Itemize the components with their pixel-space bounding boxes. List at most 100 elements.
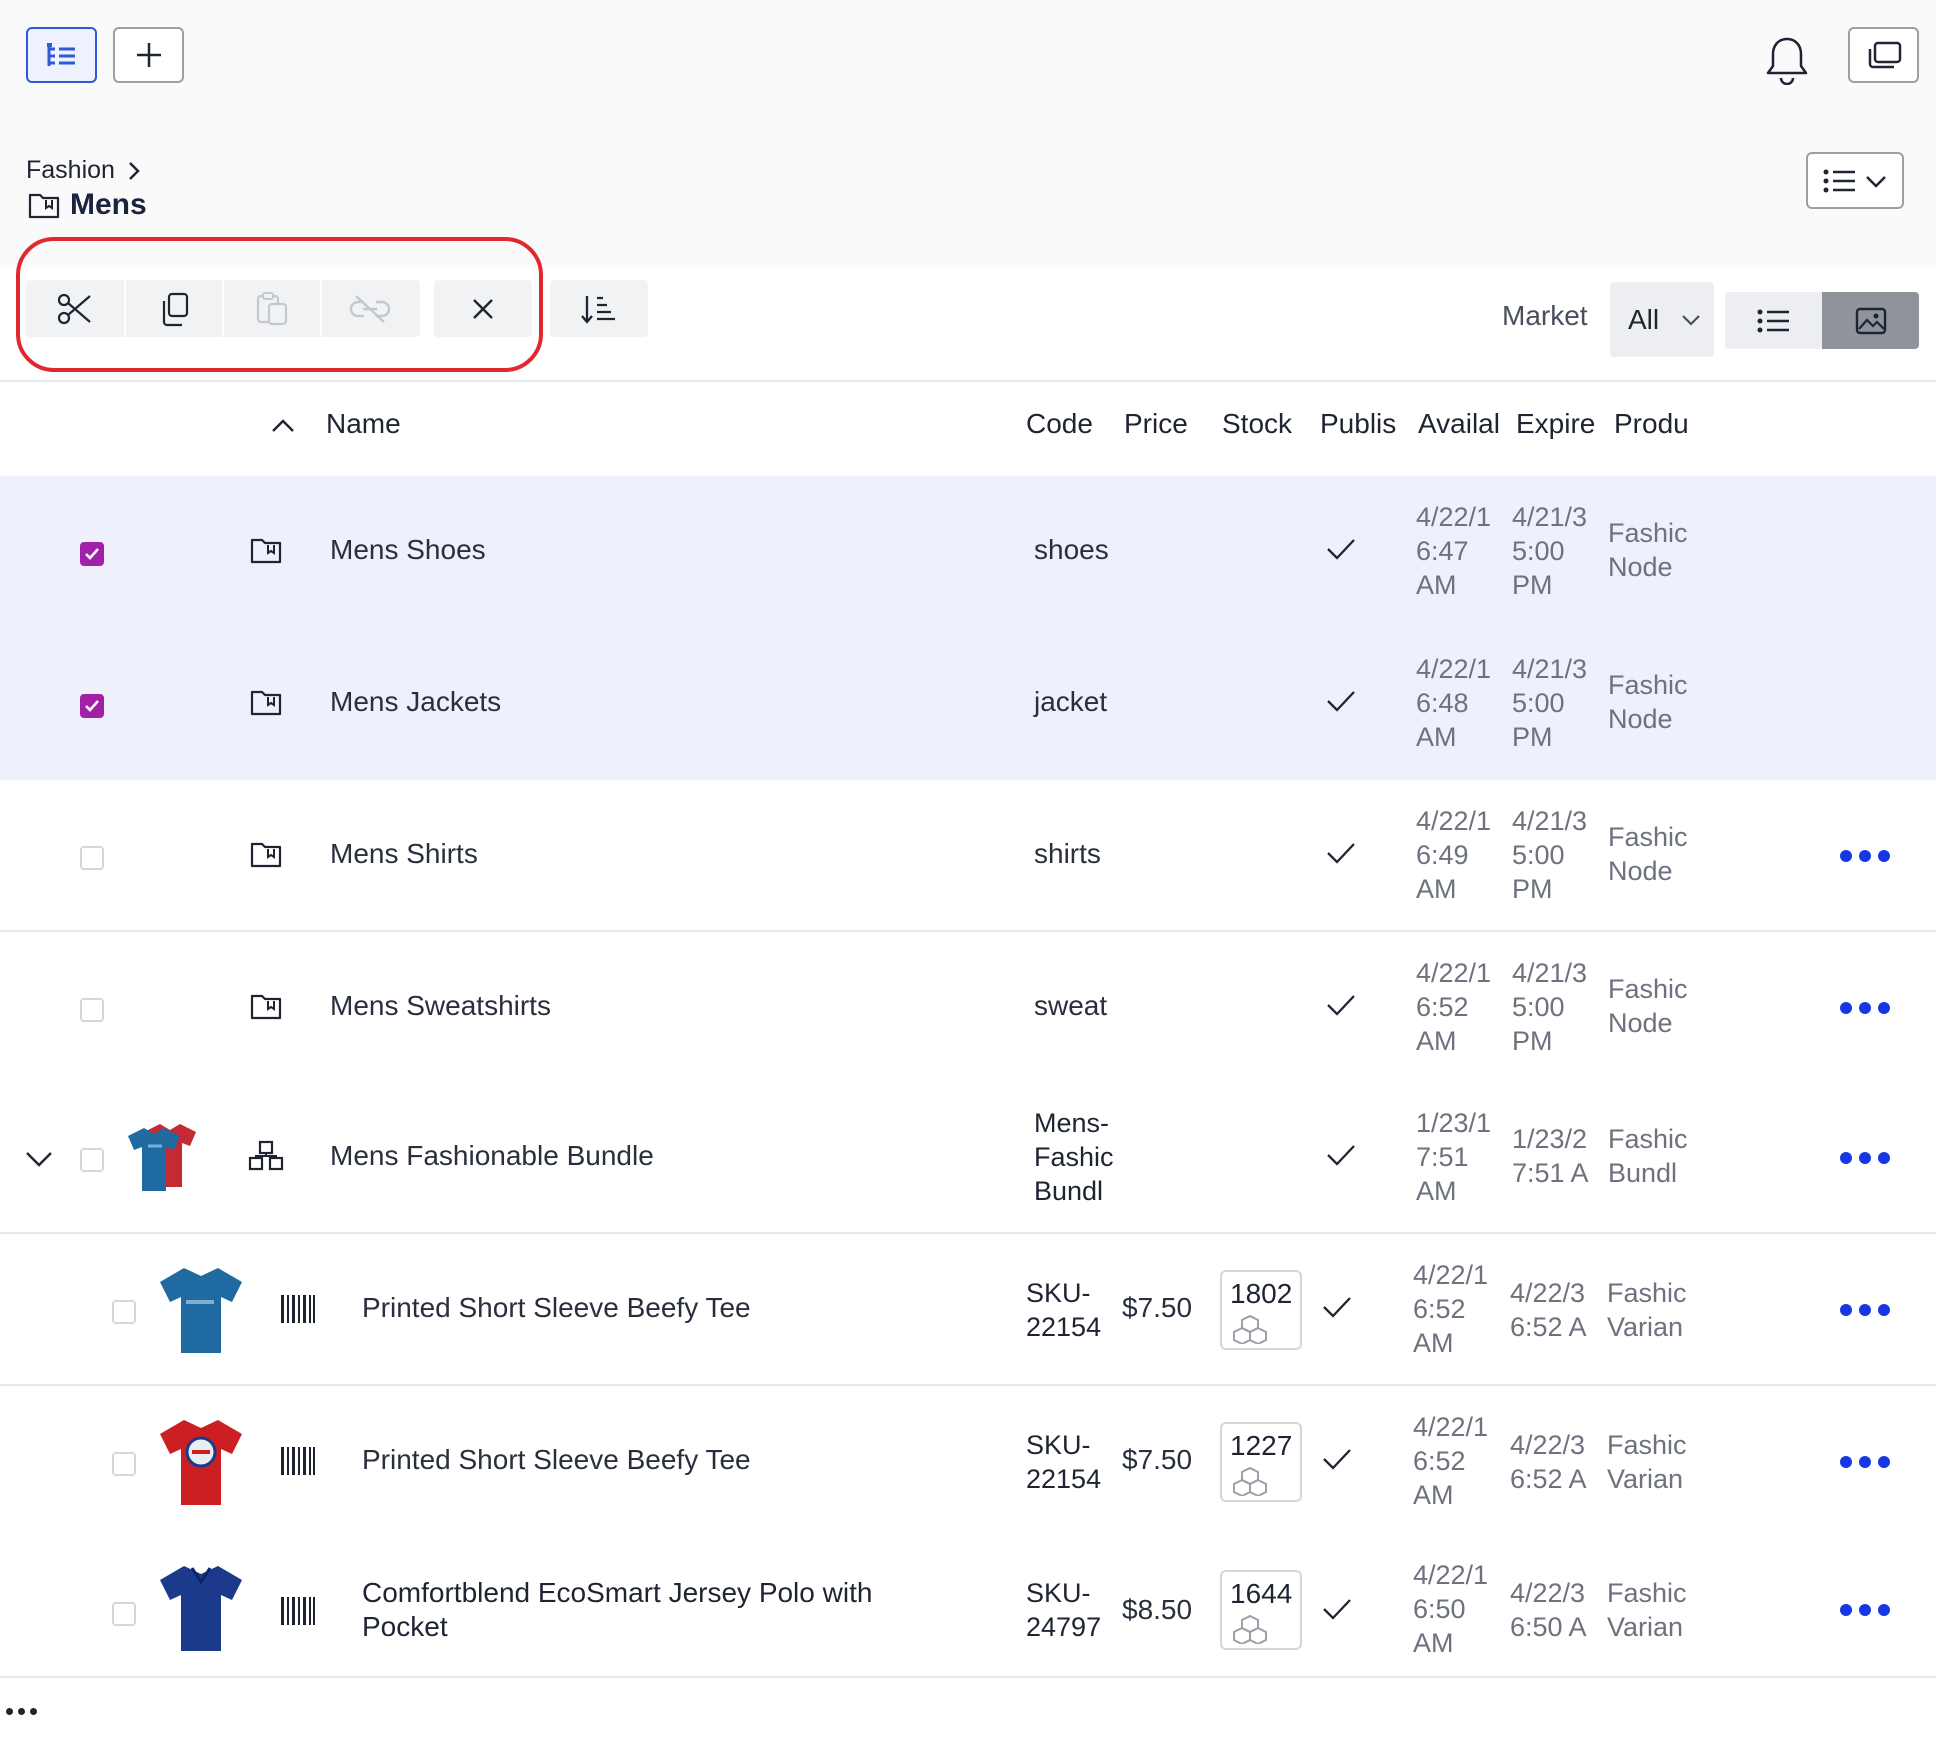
row-checkbox[interactable] [80,542,104,566]
row-product: Fashic Node [1608,974,1688,1038]
chevron-down-icon[interactable] [24,1150,54,1168]
row-name[interactable]: Mens Jackets [330,686,501,718]
row-actions-button[interactable] [1840,846,1890,866]
bundle-icon [248,1140,284,1172]
column-header-name[interactable]: Name [326,408,401,440]
column-header-code[interactable]: Code [1026,408,1098,440]
table-row[interactable]: Mens Fashionable Bundle Mens- Fashic Bundl… [0,1082,1936,1234]
row-name[interactable]: Printed Short Sleeve Beefy Tee [362,1292,751,1324]
check-icon [1326,994,1356,1016]
market-select[interactable]: All [1610,282,1714,357]
row-name[interactable]: Comfortblend EcoSmart Jersey Polo with Po… [362,1576,982,1644]
row-actions-button[interactable] [1840,1452,1890,1472]
sort-button[interactable] [550,280,648,337]
view-toggle [1725,292,1919,349]
row-checkbox[interactable] [80,998,104,1022]
row-name[interactable]: Mens Shirts [330,838,478,870]
row-code: shoes [1034,534,1109,565]
row-price: $7.50 [1122,1292,1193,1323]
row-checkbox[interactable] [112,1452,136,1476]
view-options-dropdown[interactable] [1806,152,1904,209]
row-checkbox[interactable] [80,846,104,870]
column-header-available[interactable]: Availal [1418,408,1502,440]
row-checkbox[interactable] [80,694,104,718]
row-actions-button[interactable] [1840,1600,1890,1620]
row-code: Mens- Fashic Bundl [1034,1108,1114,1206]
row-expire: 4/21/3 5:00 PM [1512,502,1588,600]
stock-value: 1227 [1230,1430,1293,1461]
row-expire: 4/21/3 5:00 PM [1512,958,1588,1056]
app: Fashion Mens Market All Name Code Price … [0,0,1936,1742]
row-code: jacket [1034,686,1108,717]
row-name[interactable]: Printed Short Sleeve Beefy Tee [362,1444,751,1476]
breadcrumb-parent[interactable]: Fashion [26,156,115,185]
table-row[interactable]: Printed Short Sleeve Beefy Tee SKU- 22154… [0,1384,1936,1536]
column-header-stock[interactable]: Stock [1222,408,1300,440]
chevron-right-icon [127,160,141,182]
product-thumbnail [156,1414,246,1517]
table-row[interactable]: Mens Shoes shoes 4/22/1 6:47 AM 4/21/3 5:00… [0,476,1936,628]
row-available: 1/23/1 7:51 AM [1416,1108,1492,1206]
list-icon [1757,308,1791,334]
stock-badge: 1802 [1220,1270,1302,1350]
add-button[interactable] [113,27,184,83]
page-title: Mens [28,188,147,222]
row-checkbox[interactable] [112,1300,136,1324]
column-header-price[interactable]: Price [1124,408,1198,440]
row-checkbox[interactable] [80,1148,104,1172]
check-icon [1326,842,1356,864]
row-available: 4/22/1 6:49 AM [1416,806,1492,904]
row-expire: 4/22/3 6:52 A [1510,1278,1587,1342]
folder-icon [250,840,282,868]
check-icon [1326,538,1356,560]
notifications-button[interactable] [1762,32,1812,88]
row-available: 4/22/1 6:52 AM [1413,1260,1489,1358]
market-value: All [1628,303,1660,335]
image-view-button[interactable] [1822,292,1919,349]
row-name[interactable]: Mens Fashionable Bundle [330,1140,654,1172]
page-title-text: Mens [70,188,147,221]
row-available: 4/22/1 6:48 AM [1416,654,1492,752]
plus-icon [135,41,163,69]
table-row[interactable]: Comfortblend EcoSmart Jersey Polo with Po… [0,1536,1936,1678]
row-name[interactable]: Mens Sweatshirts [330,990,551,1022]
check-icon [1322,1448,1352,1470]
barcode-icon [280,1596,316,1626]
row-available: 4/22/1 6:52 AM [1416,958,1492,1056]
row-actions-button[interactable] [1840,1148,1890,1168]
row-product: Fashic Node [1608,670,1688,734]
row-expire: 1/23/2 7:51 A [1512,1124,1589,1188]
row-code: SKU- 22154 [1026,1278,1102,1342]
row-expire: 4/22/3 6:52 A [1510,1430,1587,1494]
table-row[interactable]: Mens Jackets jacket 4/22/1 6:48 AM 4/21/3 5… [0,628,1936,780]
row-product: Fashic Node [1608,822,1688,886]
chevron-down-icon [1865,174,1887,188]
list-view-button[interactable] [1725,292,1822,349]
table-row[interactable]: Mens Sweatshirts sweat 4/22/1 6:52 AM 4/21… [0,930,1936,1082]
row-actions-button[interactable] [1840,998,1890,1018]
column-header-published[interactable]: Publis [1320,408,1402,440]
boxes-icon [1232,1614,1268,1644]
row-name[interactable]: Mens Shoes [330,534,486,566]
stock-value: 1644 [1230,1578,1293,1609]
row-product: Fashic Bundl [1608,1124,1688,1188]
row-available: 4/22/1 6:50 AM [1413,1560,1489,1658]
row-code: shirts [1034,838,1101,869]
row-expire: 4/22/3 6:50 A [1510,1578,1587,1642]
table-row[interactable]: Printed Short Sleeve Beefy Tee SKU- 22154… [0,1232,1936,1384]
row-checkbox[interactable] [112,1602,136,1626]
tree-view-button[interactable] [26,27,97,83]
column-header-expire[interactable]: Expire [1516,408,1600,440]
column-header-product[interactable]: Produ [1614,408,1698,440]
row-actions-button[interactable] [1840,1300,1890,1320]
table-header: Name Code Price Stock Publis Availal Exp… [0,380,1936,476]
table-row[interactable]: Mens Shirts shirts 4/22/1 6:49 AM 4/21/3 5:… [0,780,1936,932]
more-menu-button[interactable] [6,1708,37,1715]
breadcrumb: Fashion [26,156,141,185]
sort-ascending-icon[interactable] [270,418,296,434]
product-thumbnail [156,1560,246,1663]
top-bar: Fashion Mens [0,0,1936,265]
windows-button[interactable] [1848,27,1919,83]
row-available: 4/22/1 6:47 AM [1416,502,1492,600]
windows-icon [1866,40,1902,70]
